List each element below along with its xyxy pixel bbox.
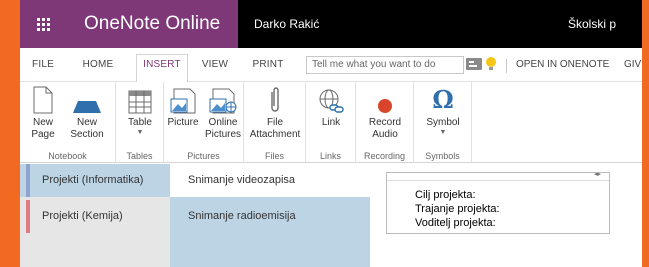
group-files: File Attachment Files bbox=[244, 82, 306, 163]
link-label: Link bbox=[321, 117, 341, 128]
give-feedback-button[interactable]: GIV bbox=[624, 55, 641, 75]
record-audio-label-2: Audio bbox=[372, 129, 398, 140]
table-icon bbox=[128, 90, 152, 114]
section-item-informatika[interactable]: Projekti (Informatika) bbox=[20, 164, 170, 197]
user-name[interactable]: Darko Rakić bbox=[254, 0, 319, 48]
page-item-snimanje-radioemisija[interactable]: Snimanje radioemisija bbox=[170, 200, 370, 233]
school-name[interactable]: Školski p bbox=[568, 0, 616, 48]
resize-arrows-icon[interactable]: ◂▸ bbox=[594, 170, 601, 178]
note-line[interactable]: Cilj projekta: bbox=[415, 189, 476, 201]
tab-view[interactable]: VIEW bbox=[198, 55, 232, 83]
new-page-label-2: Page bbox=[31, 129, 55, 140]
symbol-button[interactable]: Ω Symbol ▼ bbox=[422, 84, 464, 137]
table-button[interactable]: Table ▼ bbox=[122, 84, 158, 137]
ribbon-tabs: FILE HOME INSERT VIEW PRINT Tell me what… bbox=[20, 48, 642, 83]
record-icon bbox=[378, 99, 392, 113]
page-label: Snimanje videozapisa bbox=[188, 174, 296, 186]
online-pictures-icon bbox=[209, 88, 237, 114]
omega-icon: Ω bbox=[432, 85, 454, 114]
group-label-notebook: Notebook bbox=[48, 151, 87, 161]
picture-label: Picture bbox=[167, 117, 199, 128]
picture-icon bbox=[170, 88, 196, 114]
section-label: Projekti (Informatika) bbox=[42, 174, 144, 186]
onenote-window: OneNote Online Darko Rakić Školski p FIL… bbox=[20, 0, 642, 267]
chevron-down-icon: ▼ bbox=[439, 129, 447, 136]
link-globe-icon bbox=[319, 89, 344, 113]
record-audio-button[interactable]: Record Audio bbox=[362, 84, 408, 141]
app-name[interactable]: OneNote Online bbox=[66, 0, 238, 48]
title-bar: OneNote Online Darko Rakić Školski p bbox=[20, 0, 642, 48]
file-attachment-button[interactable]: File Attachment bbox=[248, 84, 302, 141]
waffle-icon bbox=[36, 17, 50, 31]
note-drag-handle[interactable]: ◂▸ bbox=[387, 170, 609, 181]
new-section-label-2: Section bbox=[70, 129, 104, 140]
tell-me-search-input[interactable]: Tell me what you want to do bbox=[306, 56, 464, 74]
lightbulb-icon[interactable] bbox=[485, 56, 497, 72]
note-line[interactable]: Voditelj projekta: bbox=[415, 217, 496, 229]
page-label: Snimanje radioemisija bbox=[188, 210, 296, 222]
new-page-button[interactable]: New Page bbox=[26, 84, 60, 141]
online-pictures-button[interactable]: Online Pictures bbox=[204, 84, 242, 141]
tab-home[interactable]: HOME bbox=[80, 55, 116, 83]
link-button[interactable]: Link bbox=[314, 84, 348, 129]
group-links: Link Links bbox=[306, 82, 356, 163]
group-pictures: Picture Online Pictures Pictures bbox=[164, 82, 244, 163]
ribbon: New Page New Section Notebook Table ▼ Ta… bbox=[20, 82, 642, 163]
section-list: Projekti (Informatika) Projekti (Kemija) bbox=[20, 164, 170, 267]
tab-print[interactable]: PRINT bbox=[250, 55, 286, 83]
picture-button[interactable]: Picture bbox=[166, 84, 200, 129]
new-page-icon bbox=[33, 86, 53, 114]
group-notebook: New Page New Section Notebook bbox=[20, 82, 116, 163]
page-list: Snimanje videozapisa Snimanje radioemisi… bbox=[170, 164, 370, 267]
tab-separator bbox=[506, 59, 507, 73]
online-pictures-label-1: Online bbox=[208, 117, 238, 128]
record-audio-label-1: Record bbox=[368, 117, 402, 128]
group-label-recording: Recording bbox=[363, 151, 406, 161]
section-color-bar bbox=[26, 164, 30, 197]
notebook-content: Projekti (Informatika) Projekti (Kemija)… bbox=[20, 164, 642, 267]
group-label-symbols: Symbols bbox=[425, 151, 460, 161]
tab-insert[interactable]: INSERT bbox=[136, 54, 188, 83]
new-section-label-1: New bbox=[76, 117, 97, 128]
group-symbols: Ω Symbol ▼ Symbols bbox=[414, 82, 472, 163]
group-label-links: Links bbox=[319, 151, 341, 161]
table-label: Table bbox=[128, 117, 152, 128]
group-label-tables: Tables bbox=[126, 151, 153, 161]
online-pictures-label-2: Pictures bbox=[204, 129, 242, 140]
section-color-bar bbox=[26, 200, 30, 233]
app-launcher-button[interactable] bbox=[20, 0, 66, 48]
group-recording: Record Audio Recording bbox=[356, 82, 414, 163]
file-attachment-label-2: Attachment bbox=[249, 129, 301, 140]
note-line[interactable]: Trajanje projekta: bbox=[415, 203, 500, 215]
tell-me-wand-icon[interactable] bbox=[466, 57, 482, 71]
group-label-files: Files bbox=[264, 151, 284, 161]
paperclip-icon bbox=[271, 87, 279, 112]
page-item-snimanje-videozapisa[interactable]: Snimanje videozapisa bbox=[170, 164, 370, 197]
new-section-button[interactable]: New Section bbox=[64, 84, 110, 141]
section-label: Projekti (Kemija) bbox=[42, 210, 123, 222]
new-section-icon bbox=[73, 101, 101, 113]
section-item-kemija[interactable]: Projekti (Kemija) bbox=[20, 200, 170, 233]
chevron-down-icon: ▼ bbox=[136, 129, 144, 136]
open-in-onenote-button[interactable]: OPEN IN ONENOTE bbox=[516, 55, 609, 75]
tab-file[interactable]: FILE bbox=[28, 55, 58, 83]
file-attachment-label-1: File bbox=[266, 117, 284, 128]
group-label-pictures: Pictures bbox=[187, 151, 220, 161]
symbol-label: Symbol bbox=[426, 117, 460, 128]
new-page-label-1: New bbox=[32, 117, 53, 128]
group-tables: Table ▼ Tables bbox=[116, 82, 164, 163]
note-container[interactable]: ◂▸ Cilj projekta: Trajanje projekta: Vod… bbox=[386, 170, 610, 234]
